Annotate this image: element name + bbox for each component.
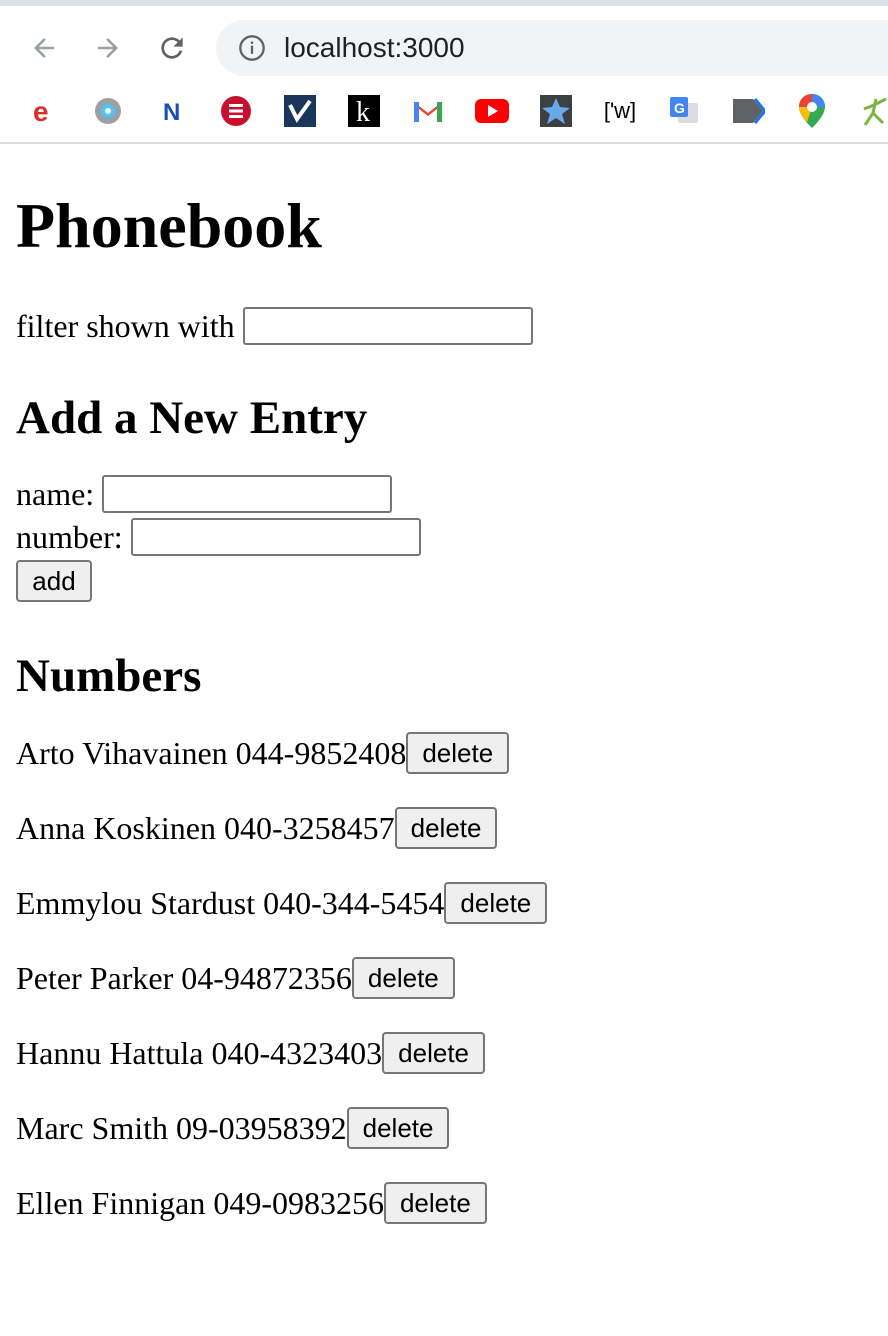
delete-button[interactable]: delete — [346, 1107, 450, 1149]
bookmarks-bar: e N k ['w] G — [0, 76, 888, 144]
name-label: name: — [16, 475, 95, 512]
address-bar[interactable]: localhost:3000 — [216, 20, 888, 76]
entry-number: 04-94872356 — [181, 960, 352, 996]
entry-number: 09-03958392 — [175, 1110, 347, 1146]
check-badge-icon[interactable] — [283, 94, 317, 128]
info-icon[interactable] — [238, 34, 266, 62]
n-logo-icon[interactable]: N — [155, 94, 189, 128]
e-logo-icon[interactable]: e — [27, 94, 61, 128]
entry-number: 049-0983256 — [213, 1185, 384, 1221]
browser-toolbar: localhost:3000 — [0, 6, 888, 76]
url-text: localhost:3000 — [284, 32, 465, 63]
entry-name: Ellen Finnigan — [16, 1185, 206, 1221]
leaf-figure-icon[interactable] — [859, 94, 888, 128]
back-button[interactable] — [24, 28, 64, 68]
delete-button[interactable]: delete — [406, 732, 510, 774]
svg-text:G: G — [674, 100, 685, 116]
list-item: Peter Parker 04-94872356 delete — [16, 957, 872, 999]
number-row: number: — [16, 515, 872, 558]
red-stack-icon[interactable] — [219, 94, 253, 128]
entry-name: Emmylou Stardust — [16, 885, 256, 921]
svg-text:N: N — [163, 99, 180, 126]
entry-name: Marc Smith — [16, 1110, 168, 1146]
list-item: Ellen Finnigan 049-0983256 delete — [16, 1182, 872, 1224]
delete-button[interactable]: delete — [383, 1182, 487, 1224]
entry-name: Anna Koskinen — [16, 810, 216, 846]
number-label: number: — [16, 518, 123, 555]
delete-button[interactable]: delete — [351, 957, 455, 999]
list-item: Hannu Hattula 040-4323403 delete — [16, 1032, 872, 1074]
list-item: Marc Smith 09-03958392 delete — [16, 1107, 872, 1149]
name-input[interactable] — [102, 474, 393, 513]
entry-number: 040-3258457 — [223, 810, 395, 846]
google-maps-icon[interactable] — [795, 94, 829, 128]
gmail-icon[interactable] — [411, 94, 445, 128]
arrow-right-icon — [98, 38, 118, 58]
entry-number: 040-4323403 — [211, 1035, 383, 1071]
svg-text:k: k — [356, 97, 370, 127]
gear-app-icon[interactable] — [91, 94, 125, 128]
entry-name: Arto Vihavainen — [16, 735, 228, 771]
add-entry-form: name: number: add — [16, 472, 872, 602]
wiktionary-icon[interactable]: ['w] — [601, 94, 639, 128]
reload-icon — [161, 37, 183, 59]
arrow-left-icon — [34, 38, 54, 58]
filter-row: filter shown with — [16, 306, 872, 346]
wiktionary-label: ['w] — [603, 98, 637, 123]
forward-button[interactable] — [88, 28, 128, 68]
entry-name: Hannu Hattula — [16, 1035, 204, 1071]
delete-button[interactable]: delete — [382, 1032, 485, 1074]
filter-label: filter shown with — [16, 308, 235, 344]
filter-input[interactable] — [242, 307, 533, 345]
reload-button[interactable] — [152, 28, 192, 68]
svg-text:e: e — [33, 96, 49, 126]
star-app-icon[interactable] — [539, 94, 573, 128]
list-item: Arto Vihavainen 044-9852408 delete — [16, 732, 872, 774]
name-row: name: — [16, 472, 872, 515]
list-item: Emmylou Stardust 040-344-5454 delete — [16, 882, 872, 924]
list-item: Anna Koskinen 040-3258457 delete — [16, 807, 872, 849]
numbers-heading: Numbers — [16, 650, 202, 702]
delete-button[interactable]: delete — [444, 882, 548, 924]
k-logo-icon[interactable]: k — [347, 94, 381, 128]
arrow-tag-icon[interactable] — [731, 94, 765, 128]
entry-number: 044-9852408 — [235, 735, 407, 771]
entry-name: Peter Parker — [16, 960, 174, 996]
delete-button[interactable]: delete — [394, 807, 498, 849]
youtube-icon[interactable] — [475, 94, 509, 128]
google-translate-icon[interactable]: G — [667, 94, 701, 128]
add-button[interactable]: add — [16, 560, 92, 602]
page-content: Phonebook filter shown with Add a New En… — [0, 190, 888, 1224]
page-title: Phonebook — [16, 190, 322, 261]
add-entry-heading: Add a New Entry — [16, 392, 368, 444]
entries-list: Arto Vihavainen 044-9852408 delete Anna … — [16, 732, 872, 1224]
number-input[interactable] — [130, 517, 421, 556]
entry-number: 040-344-5454 — [263, 885, 445, 921]
